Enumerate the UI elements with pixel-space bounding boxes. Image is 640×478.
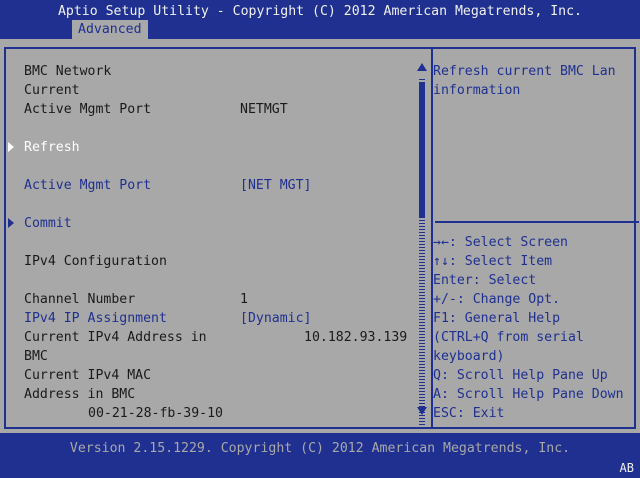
help-text-line-1: Refresh current BMC Lan bbox=[433, 64, 616, 79]
current-ipv4-address-value: 10.182.93.139 bbox=[304, 330, 408, 345]
setup-frame: BMC Network Current Active Mgmt Port NET… bbox=[0, 45, 640, 433]
corner-code: AB bbox=[619, 461, 634, 475]
commit-item[interactable]: Commit bbox=[24, 214, 72, 233]
current-ipv4-mac-label: Current IPv4 MAC bbox=[24, 368, 152, 383]
channel-number-label: Channel Number bbox=[24, 292, 136, 307]
window-title: Aptio Setup Utility - Copyright (C) 2012… bbox=[57, 4, 582, 19]
ipv4-ip-assignment-select[interactable]: [Dynamic] bbox=[240, 309, 311, 328]
active-mgmt-port-setting[interactable]: Active Mgmt Port bbox=[24, 176, 151, 195]
key-hint-general-help: F1: General Help bbox=[433, 311, 561, 326]
current-ipv4-mac-label-cont: Address in BMC bbox=[24, 387, 136, 402]
active-mgmt-port-label: Active Mgmt Port bbox=[24, 102, 152, 117]
ipv4-ip-assignment-label[interactable]: IPv4 IP Assignment bbox=[24, 309, 167, 328]
help-text-line-2: information bbox=[433, 83, 521, 98]
bmc-network-heading: BMC Network bbox=[24, 64, 112, 79]
key-hint-esc: ESC: Exit bbox=[433, 406, 505, 421]
active-mgmt-port-select[interactable]: [NET MGT] bbox=[240, 176, 311, 195]
submenu-arrow-icon bbox=[8, 142, 14, 152]
scrollbar-thumb[interactable] bbox=[419, 83, 425, 217]
key-hint-ctrl-q: (CTRL+Q from serial bbox=[433, 330, 584, 345]
submenu-arrow-icon bbox=[8, 218, 14, 228]
active-mgmt-port-value: NETMGT bbox=[240, 102, 288, 117]
version-footer: Version 2.15.1229. Copyright (C) 2012 Am… bbox=[69, 441, 571, 456]
key-hint-select-item: ↑↓: Select Item bbox=[433, 254, 553, 269]
current-label: Current bbox=[24, 83, 80, 98]
scroll-up-icon[interactable] bbox=[417, 63, 427, 71]
key-hint-enter: Enter: Select bbox=[433, 273, 537, 288]
tab-advanced[interactable]: Advanced bbox=[72, 20, 148, 39]
key-hint-select-screen: →←: Select Screen bbox=[433, 235, 568, 250]
key-hint-scroll-up: Q: Scroll Help Pane Up bbox=[433, 368, 608, 383]
channel-number-value: 1 bbox=[240, 292, 248, 307]
key-hint-scroll-down: A: Scroll Help Pane Down bbox=[433, 387, 624, 402]
current-ipv4-mac-value: 00-21-28-fb-39-10 bbox=[88, 406, 223, 421]
key-hint-keyboard: keyboard) bbox=[433, 349, 505, 364]
scroll-down-icon[interactable] bbox=[417, 407, 427, 415]
main-panel: BMC Network Current Active Mgmt Port NET… bbox=[4, 47, 639, 429]
key-hint-change-opt: +/-: Change Opt. bbox=[433, 292, 561, 307]
help-separator bbox=[435, 221, 639, 223]
current-ipv4-address-label: Current IPv4 Address in bbox=[24, 330, 207, 345]
current-ipv4-address-label-cont: BMC bbox=[24, 349, 48, 364]
ipv4-configuration-heading: IPv4 Configuration bbox=[24, 254, 167, 269]
refresh-item[interactable]: Refresh bbox=[24, 138, 80, 157]
